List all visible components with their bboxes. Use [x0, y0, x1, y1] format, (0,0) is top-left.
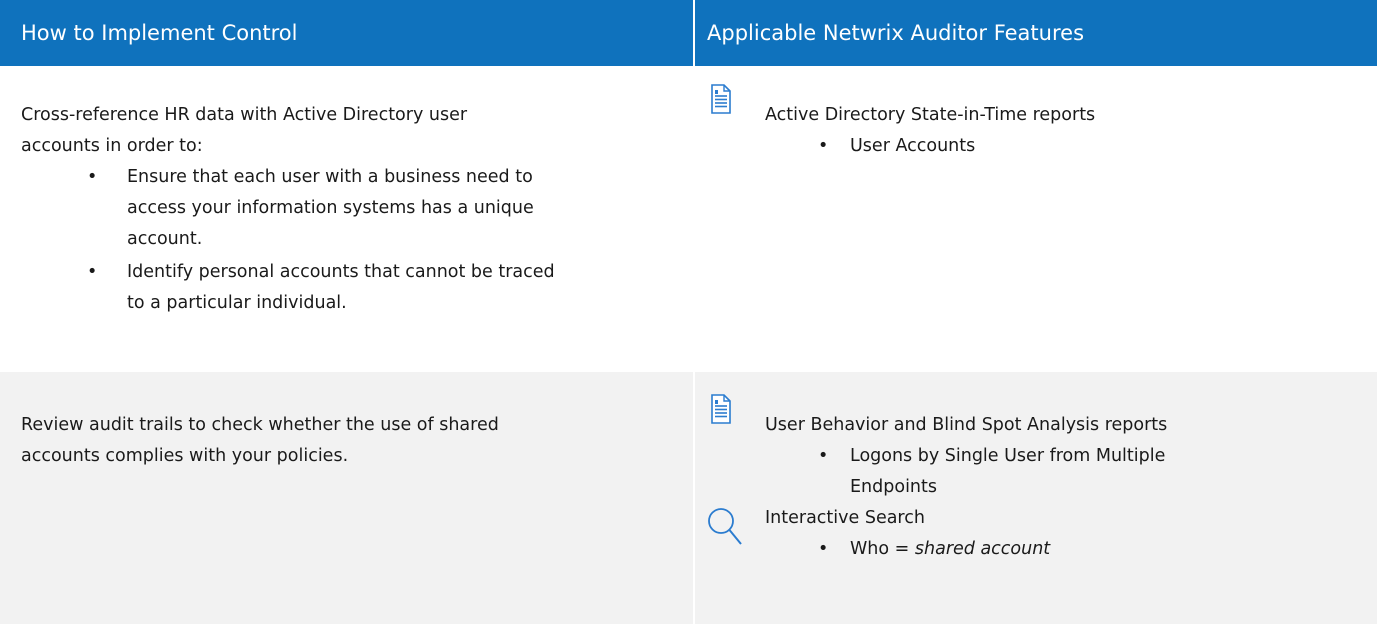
bullet-point: •: [818, 446, 829, 466]
feature-title: Interactive Search: [765, 508, 925, 528]
controls-table: How to Implement Control Applicable Netw…: [0, 0, 1377, 624]
header-applicable-features: Applicable Netwrix Auditor Features: [707, 21, 1085, 45]
control-text: accounts complies with your policies.: [21, 446, 349, 466]
column-divider: [693, 0, 695, 624]
control-text: Cross-reference HR data with Active Dire…: [21, 105, 468, 125]
control-bullet-text: Identify personal accounts that cannot b…: [127, 262, 555, 282]
feature-item: Who = shared account: [850, 534, 1050, 565]
control-bullet-text: account.: [127, 229, 203, 249]
table-row: Cross-reference HR data with Active Dire…: [0, 66, 1377, 372]
bullet-point: •: [87, 262, 98, 282]
feature-item: User Accounts: [850, 136, 976, 156]
feature-title: Active Directory State-in-Time reports: [765, 105, 1096, 125]
control-bullet-text: to a particular individual.: [127, 293, 347, 313]
bullet-point: •: [818, 539, 829, 559]
table-header: How to Implement Control Applicable Netw…: [0, 0, 1377, 66]
bullet-point: •: [87, 167, 98, 187]
control-text: Review audit trails to check whether the…: [21, 415, 499, 435]
report-document-icon: [711, 394, 731, 424]
feature-item: Logons by Single User from Multiple: [850, 446, 1166, 466]
feature-title: User Behavior and Blind Spot Analysis re…: [765, 415, 1168, 435]
feature-item-value: shared account: [914, 539, 1051, 559]
table-row: Review audit trails to check whether the…: [0, 372, 1377, 624]
bullet-point: •: [818, 136, 829, 156]
header-how-to-implement: How to Implement Control: [21, 21, 298, 45]
feature-item-prefix: Who =: [850, 539, 915, 559]
search-icon: [708, 508, 742, 545]
control-bullet-text: Ensure that each user with a business ne…: [127, 167, 533, 187]
control-bullet-text: access your information systems has a un…: [127, 198, 534, 218]
report-document-icon: [711, 84, 731, 114]
feature-item: Endpoints: [850, 477, 938, 497]
control-text: accounts in order to:: [21, 136, 203, 156]
